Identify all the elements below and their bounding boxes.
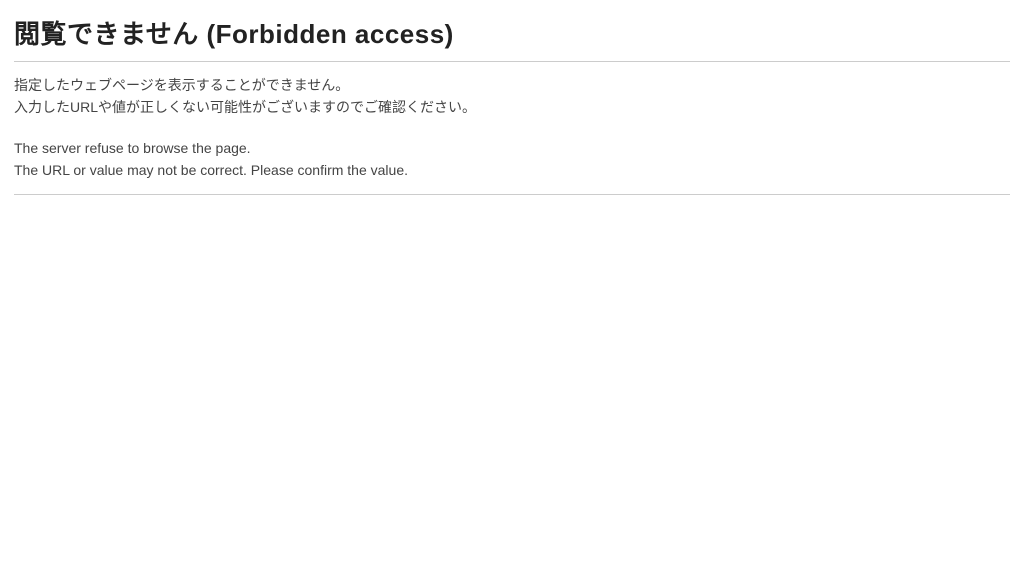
message-jp-line1: 指定したウェブページを表示することができません。 xyxy=(14,74,1010,96)
message-en-line2: The URL or value may not be correct. Ple… xyxy=(14,159,1010,181)
message-jp-line2: 入力したURLや値が正しくない可能性がございますのでご確認ください。 xyxy=(14,96,1010,118)
error-message-block: 指定したウェブページを表示することができません。 入力したURLや値が正しくない… xyxy=(14,74,1010,182)
paragraph-spacer xyxy=(14,119,1010,137)
divider-bottom xyxy=(14,194,1010,195)
page-title: 閲覧できません (Forbidden access) xyxy=(14,14,1010,51)
message-en-line1: The server refuse to browse the page. xyxy=(14,137,1010,159)
divider-top xyxy=(14,61,1010,62)
